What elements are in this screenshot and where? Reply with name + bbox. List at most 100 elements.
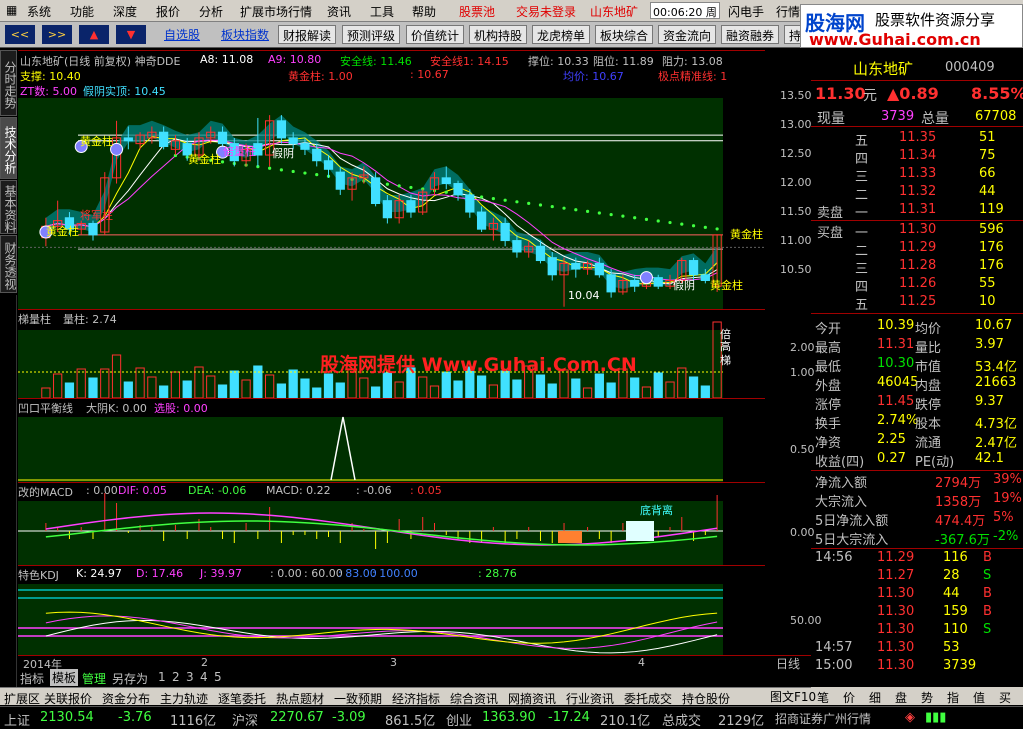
kdj-panel[interactable]: 特色KDJ K: 24.97 D: 17.46 J: 39.97 : 0.00 … [18, 565, 822, 656]
menu-system[interactable]: 系统 [27, 3, 51, 20]
price-panel[interactable]: 山东地矿(日线 前复权) 神奇DDE A8: 11.08 A9: 10.80 安… [18, 50, 812, 309]
menu-quote[interactable]: 报价 [156, 3, 180, 20]
bottom-tab[interactable]: 资金分布 [102, 690, 150, 707]
tab-indicator[interactable]: 指标 [20, 670, 44, 687]
nav-down-button[interactable]: ▼ [116, 25, 146, 44]
right-tab[interactable]: 买 [999, 689, 1011, 706]
bottom-tab[interactable]: 关联报价 [44, 690, 92, 707]
tab-save-as[interactable]: 另存为 [112, 670, 148, 687]
date-tick: 4 [638, 656, 645, 669]
link-watchlist[interactable]: 自选股 [160, 25, 204, 44]
menu-quote-right[interactable]: 行情 [776, 3, 800, 20]
date-tick: 3 [390, 656, 397, 669]
candle-body [512, 240, 522, 253]
macd-title: 改的MACD [18, 486, 73, 499]
safety-dot [409, 185, 413, 190]
safety-dot [691, 224, 696, 228]
nav-last-button[interactable]: >> [42, 25, 72, 44]
bottom-tab[interactable]: 委托成交 [624, 690, 672, 707]
bottom-tab[interactable]: 网摘资讯 [508, 690, 556, 707]
menu-tools[interactable]: 工具 [370, 3, 394, 20]
menu-stock-pool[interactable]: 股票池 [459, 3, 495, 20]
signal-icon: ▮▮▮ [925, 710, 947, 725]
tab-num-5[interactable]: 5 [214, 670, 222, 684]
candle-body [312, 148, 322, 162]
volume-bar [547, 383, 557, 398]
moving-average-line [45, 135, 718, 285]
nav-first-button[interactable]: << [5, 25, 35, 44]
tab-financial[interactable]: 财务透视 [0, 235, 17, 293]
menu-depth[interactable]: 深度 [113, 3, 137, 20]
macd-panel[interactable]: 改的MACD : 0.00 DIF: 0.05 DEA: -0.06 MACD:… [18, 482, 815, 565]
right-tab[interactable]: 势 [921, 689, 933, 706]
j-label: J: 39.97 [200, 567, 242, 580]
tab-num-3[interactable]: 3 [186, 670, 194, 684]
ask-row-cell: 75 [979, 148, 996, 163]
bottom-tab[interactable]: 一致预期 [334, 690, 382, 707]
right-tab[interactable]: 价 [843, 689, 855, 706]
candle-body [571, 262, 581, 270]
safety-dot [562, 206, 566, 210]
bid-row: 三 11.28 176 [811, 258, 1023, 277]
tab-num-1[interactable]: 1 [158, 670, 166, 684]
nav-up-button[interactable]: ▲ [79, 25, 109, 44]
tick-row-cell: S [983, 568, 992, 583]
period-label[interactable]: 日线 [776, 655, 800, 672]
btn-dragon-tiger[interactable]: 龙虎榜单 [532, 25, 591, 44]
bottom-tab[interactable]: 经济指标 [392, 690, 440, 707]
stat-row-cell: 9.37 [975, 394, 1004, 409]
bottom-tab[interactable]: 持仓股份 [682, 690, 730, 707]
hs-change: -3.09 [332, 710, 366, 725]
balance-line-panel[interactable]: 凹口平衡线 大阴K: 0.00 选股: 0.00 0.50 [18, 398, 815, 482]
link-sector-index[interactable]: 板块指数 [217, 25, 273, 44]
bottom-tab[interactable]: 热点题材 [276, 690, 324, 707]
bottom-tab[interactable]: 逐笔委托 [218, 690, 266, 707]
bottom-tab[interactable]: 扩展区 [4, 690, 40, 707]
right-tab[interactable]: 盘 [895, 689, 907, 706]
bottom-tab[interactable]: 行业资讯 [566, 690, 614, 707]
ask-row: 五 11.35 51 [811, 130, 1023, 149]
macd-value-label: MACD: 0.22 [266, 484, 331, 497]
macd-v3: : 0.05 [410, 484, 442, 497]
menu-icon[interactable]: ▦ [6, 3, 17, 17]
tab-num-4[interactable]: 4 [200, 670, 208, 684]
right-tab[interactable]: 笔 [817, 689, 829, 706]
right-tab[interactable]: 细 [869, 689, 881, 706]
right-tab[interactable]: 指 [947, 689, 959, 706]
btn-margin[interactable]: 融资融券 [721, 25, 780, 44]
menu-analysis[interactable]: 分析 [199, 3, 223, 20]
bottom-tab[interactable]: 主力轨迹 [160, 690, 208, 707]
right-tab[interactable]: 值 [973, 689, 985, 706]
tab-intraday[interactable]: 分时走势 [0, 50, 17, 116]
btn-value[interactable]: 价值统计 [406, 25, 465, 44]
stat-row-cell: 换手 [815, 417, 842, 432]
volume-panel[interactable]: 梯量柱 量柱: 2.74 股海网提供 Www.Guhai.Com.CN 倍 高 … [18, 309, 815, 398]
menu-flash[interactable]: 闪电手 [728, 3, 764, 20]
menu-news[interactable]: 资讯 [327, 3, 351, 20]
f10-button[interactable]: 图文F10 [770, 688, 816, 705]
btn-report[interactable]: 财报解读 [278, 25, 337, 44]
ask-title: 卖盘 [811, 202, 1023, 221]
tab-manage[interactable]: 管理 [82, 670, 106, 687]
btn-sector[interactable]: 板块综合 [595, 25, 654, 44]
btn-institution[interactable]: 机构持股 [469, 25, 528, 44]
volume-bar [323, 373, 334, 398]
menu-function[interactable]: 功能 [70, 3, 94, 20]
tick-row-cell: 14:57 [815, 640, 853, 655]
btn-rating[interactable]: 预测评级 [342, 25, 401, 44]
tab-technical[interactable]: 技术分析 [0, 117, 17, 179]
menu-help[interactable]: 帮助 [412, 3, 436, 20]
btn-fund-flow[interactable]: 资金流向 [658, 25, 717, 44]
candle-body [630, 279, 640, 287]
menu-trade-login[interactable]: 交易未登录 [516, 3, 576, 20]
tab-template[interactable]: 模板 [50, 669, 79, 686]
tab-num-2[interactable]: 2 [172, 670, 180, 684]
volume-bar [159, 385, 169, 398]
volume-bar [147, 376, 157, 398]
menu-ext-market[interactable]: 扩展市场行情 [240, 3, 312, 20]
bottom-tab[interactable]: 综合资讯 [450, 690, 498, 707]
menu-stock-name[interactable]: 山东地矿 [590, 3, 638, 20]
tab-profile[interactable]: 基本资料 [0, 180, 17, 234]
tick-row-cell: 11.30 [877, 658, 915, 673]
ask-row-cell: 11.32 [899, 184, 937, 199]
